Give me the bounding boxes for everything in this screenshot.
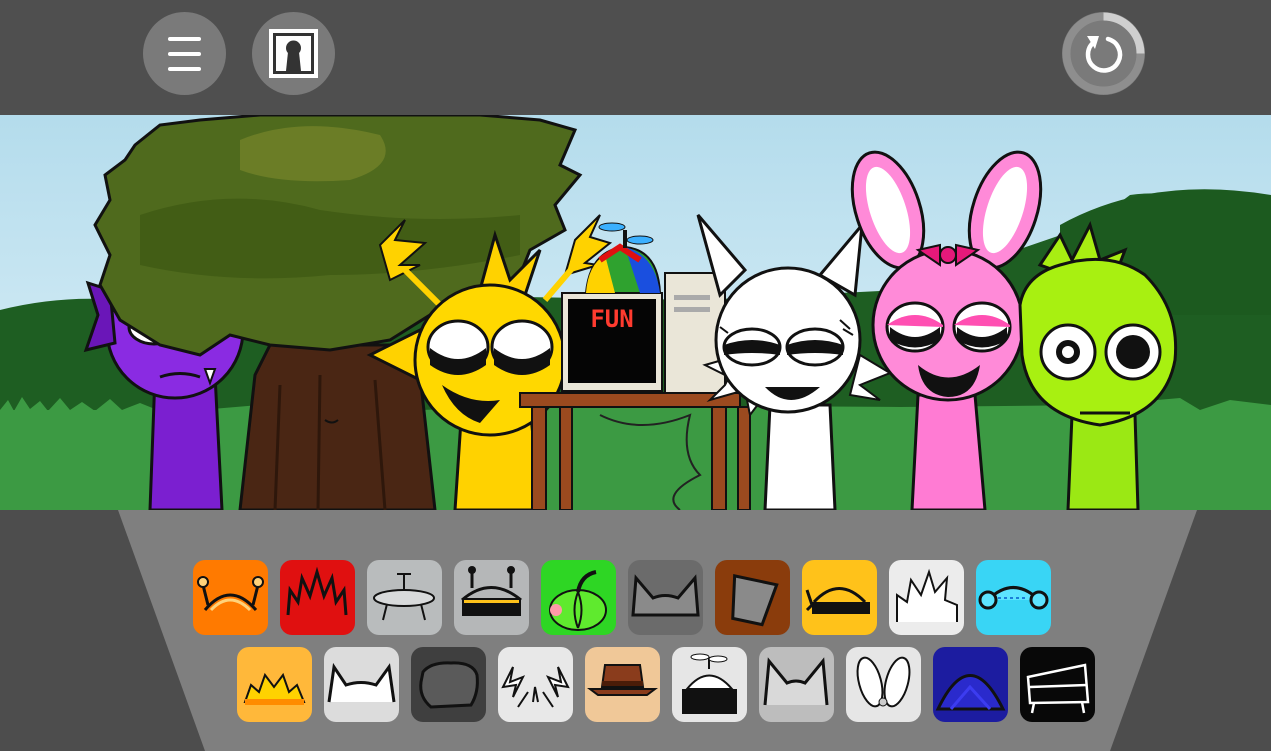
propeller-cap-sound[interactable] [672, 647, 747, 722]
green-pumpkin-sound[interactable] [541, 560, 616, 635]
keyhole-frame-icon [269, 29, 318, 78]
green-pumpkin-sound-icon [541, 560, 616, 635]
white-spiky-hair-sound-icon [889, 560, 964, 635]
propeller-cap-sound-icon [672, 647, 747, 722]
computer-screen-text: FUN [590, 305, 633, 333]
fedora-sound-icon [585, 647, 660, 722]
yellow-headphones-sound[interactable] [802, 560, 877, 635]
orange-antenna-sound[interactable] [193, 560, 268, 635]
white-cat-ears-sound[interactable] [759, 647, 834, 722]
dark-hair-sound[interactable] [411, 647, 486, 722]
bucket-hat-sound-icon [715, 560, 790, 635]
horns-sound-icon [324, 647, 399, 722]
fedora-sound[interactable] [585, 647, 660, 722]
hamburger-menu-icon [168, 37, 201, 71]
gray-cat-ears-sound-icon [628, 560, 703, 635]
blue-dome-sound[interactable] [933, 647, 1008, 722]
dark-hair-sound-icon [411, 647, 486, 722]
reset-button[interactable] [1062, 12, 1145, 95]
gray-cat-ears-sound[interactable] [628, 560, 703, 635]
yellow-headphones-sound-icon [802, 560, 877, 635]
robot-antenna-sound[interactable] [454, 560, 529, 635]
red-spiky-sound[interactable] [280, 560, 355, 635]
blue-dome-sound-icon [933, 647, 1008, 722]
menu-button[interactable] [143, 12, 226, 95]
robot-antenna-sound-icon [454, 560, 529, 635]
sound-palette-area [0, 510, 1271, 751]
sun-crown-sound-icon [237, 647, 312, 722]
orange-antenna-sound-icon [193, 560, 268, 635]
black-box-sound[interactable] [1020, 647, 1095, 722]
top-toolbar [0, 0, 1271, 115]
red-spiky-sound-icon [280, 560, 355, 635]
bunny-ears-sound[interactable] [846, 647, 921, 722]
black-box-sound-icon [1020, 647, 1095, 722]
bucket-hat-sound[interactable] [715, 560, 790, 635]
gray-ufo-sound-icon [367, 560, 442, 635]
horns-sound[interactable] [324, 647, 399, 722]
cyan-headphones-sound[interactable] [976, 560, 1051, 635]
picture-frame-button[interactable] [252, 12, 335, 95]
lightning-antennae-sound-icon [498, 647, 573, 722]
white-spiky-hair-sound[interactable] [889, 560, 964, 635]
bunny-ears-sound-icon [846, 647, 921, 722]
stage-scene: FUN [0, 115, 1271, 510]
reset-circular-arrow-icon [1062, 12, 1145, 95]
lightning-antennae-sound[interactable] [498, 647, 573, 722]
sun-crown-sound[interactable] [237, 647, 312, 722]
cyan-headphones-sound-icon [976, 560, 1051, 635]
white-cat-ears-sound-icon [759, 647, 834, 722]
gray-ufo-sound[interactable] [367, 560, 442, 635]
